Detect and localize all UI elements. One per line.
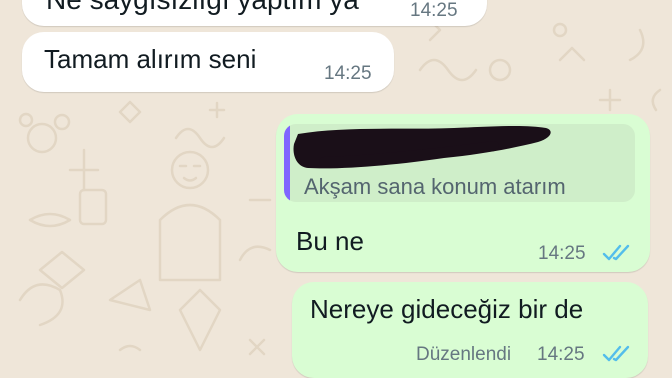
outgoing-message-bubble[interactable]: Nereye gideceğiz bir de Düzenlendi 14:25 (292, 282, 648, 378)
message-timestamp: 14:25 (538, 243, 586, 264)
message-text: Tamam alırım seni (44, 44, 257, 74)
message-text: Nereye gideceğiz bir de (310, 294, 584, 324)
message-text: Bu ne (296, 226, 364, 256)
message-timestamp: 14:25 (537, 344, 585, 365)
quoted-message-text: Akşam sana konum atarım (304, 174, 566, 199)
outgoing-message-bubble[interactable]: Akşam sana konum atarım Bu ne 14:25 (276, 114, 650, 272)
double-check-icon (602, 244, 630, 261)
edited-label: Düzenlendi (416, 344, 512, 365)
quoted-message[interactable]: Akşam sana konum atarım (284, 124, 635, 202)
incoming-message-bubble[interactable]: Ne saygısızlığı yaptım ya 14:25 (22, 0, 487, 26)
message-timestamp: 14:25 (324, 63, 372, 84)
incoming-message-bubble[interactable]: Tamam alırım seni 14:25 (22, 32, 394, 92)
double-check-icon (602, 345, 630, 362)
message-text: Ne saygısızlığı yaptım ya (46, 0, 359, 16)
message-timestamp: 14:25 (410, 0, 458, 21)
